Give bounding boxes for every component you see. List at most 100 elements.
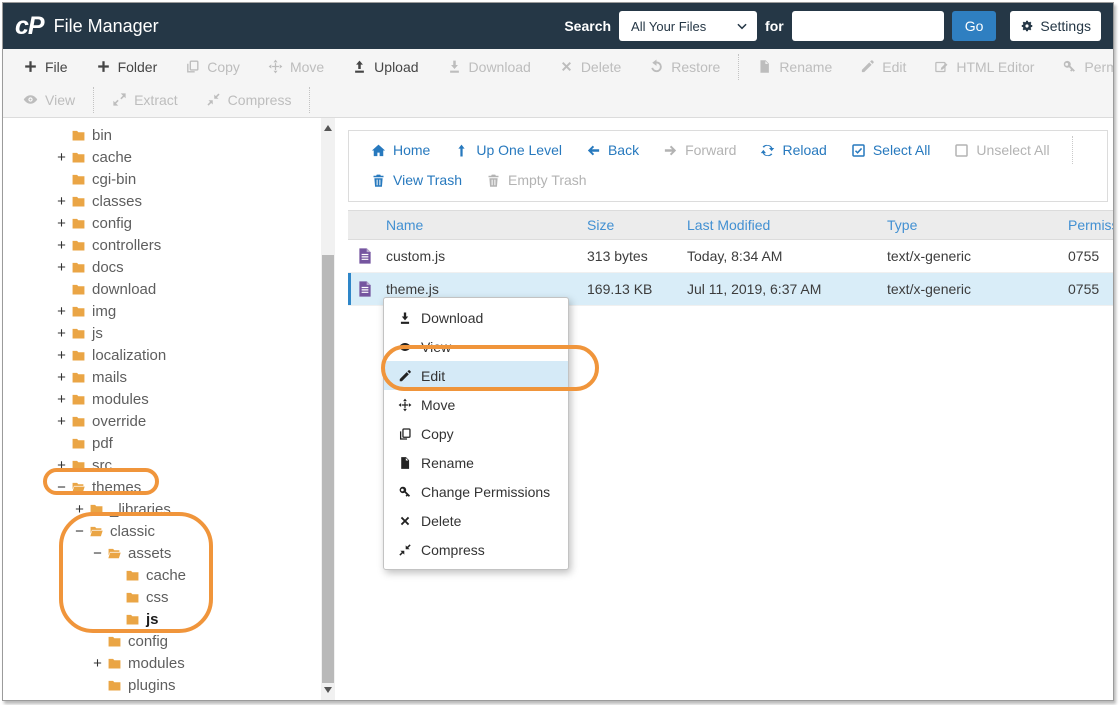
toolbar-item-copy[interactable]: Copy — [171, 50, 254, 83]
toolbar-item-folder[interactable]: Folder — [82, 50, 172, 83]
tree-item-cache[interactable]: cache — [3, 564, 321, 586]
context-menu-item-copy[interactable]: Copy — [384, 419, 568, 448]
sidebar-scrollbar[interactable] — [321, 118, 335, 700]
toolbar-item-move[interactable]: Move — [254, 50, 338, 83]
context-menu-item-edit[interactable]: Edit — [384, 361, 568, 390]
tree-item-libraries[interactable]: +_libraries — [3, 498, 321, 520]
toolbar-item-delete[interactable]: Delete — [545, 50, 635, 83]
tree-item-controllers[interactable]: +controllers — [3, 234, 321, 256]
tree-expander[interactable]: + — [53, 237, 70, 254]
tree-item-plugins[interactable]: plugins — [3, 674, 321, 696]
tree-expander[interactable]: + — [53, 347, 70, 364]
nav-item-empty-trash[interactable]: Empty Trash — [474, 172, 599, 188]
toolbar-item-edit[interactable]: Edit — [846, 50, 920, 83]
column-header-type[interactable]: Type — [883, 211, 1064, 240]
tree-item-localization[interactable]: +localization — [3, 344, 321, 366]
tree-item-bin[interactable]: bin — [3, 124, 321, 146]
context-menu-item-view[interactable]: View — [384, 332, 568, 361]
nav-item-home[interactable]: Home — [359, 142, 442, 158]
settings-button[interactable]: Settings — [1010, 11, 1101, 41]
search-scope-select[interactable]: All Your Files — [619, 11, 757, 41]
tree-item-config[interactable]: config — [3, 630, 321, 652]
tree-item-assets[interactable]: −assets — [3, 542, 321, 564]
tree-item-download[interactable]: download — [3, 278, 321, 300]
nav-item-forward[interactable]: Forward — [651, 142, 748, 158]
context-menu-item-compress[interactable]: Compress — [384, 535, 568, 564]
plus-icon — [23, 59, 38, 74]
toolbar-item-file[interactable]: File — [9, 50, 82, 83]
tree-expander[interactable]: − — [89, 545, 106, 562]
context-menu-item-delete[interactable]: Delete — [384, 506, 568, 535]
nav-item-select-all[interactable]: Select All — [839, 142, 943, 158]
context-menu-item-download[interactable]: Download — [384, 303, 568, 332]
scrollbar-down-arrow[interactable] — [321, 682, 335, 698]
toolbar-item-upload[interactable]: Upload — [338, 50, 432, 83]
context-menu-item-move[interactable]: Move — [384, 390, 568, 419]
column-header-size[interactable]: Size — [583, 211, 683, 240]
tree-expander[interactable]: − — [71, 523, 88, 540]
tree-item-img[interactable]: +img — [3, 300, 321, 322]
context-menu-label: Change Permissions — [421, 484, 550, 500]
tree-expander[interactable]: + — [53, 391, 70, 408]
go-button[interactable]: Go — [952, 11, 997, 41]
toolbar-item-permissions[interactable]: Permissions — [1048, 50, 1114, 83]
toolbar-item-view[interactable]: View — [9, 83, 89, 116]
toolbar-item-html-editor[interactable]: HTML Editor — [920, 50, 1048, 83]
tree-item-src[interactable]: +src — [3, 454, 321, 476]
toolbar-item-compress[interactable]: Compress — [192, 83, 306, 116]
nav-item-up-one-level[interactable]: Up One Level — [442, 142, 574, 158]
tree-item-js[interactable]: js — [3, 608, 321, 630]
column-header-modified[interactable]: Last Modified — [683, 211, 883, 240]
context-menu-item-rename[interactable]: Rename — [384, 448, 568, 477]
toolbar-item-extract[interactable]: Extract — [98, 83, 192, 116]
column-header-permissions[interactable]: Permissions — [1064, 211, 1113, 240]
tree-item-label: cgi-bin — [92, 171, 136, 188]
tree-item-themes[interactable]: −themes — [3, 476, 321, 498]
nav-item-view-trash[interactable]: View Trash — [359, 172, 474, 188]
cell-name[interactable]: custom.js — [382, 240, 583, 273]
nav-item-back[interactable]: Back — [574, 142, 651, 158]
tree-expander[interactable]: + — [53, 457, 70, 474]
tree-item-config[interactable]: +config — [3, 212, 321, 234]
tree-item-cache[interactable]: +cache — [3, 146, 321, 168]
tree-expander[interactable]: + — [53, 325, 70, 342]
table-row-custom-js[interactable]: custom.js313 bytesToday, 8:34 AMtext/x-g… — [348, 240, 1113, 273]
tree-expander[interactable]: + — [53, 193, 70, 210]
toolbar-item-rename[interactable]: Rename — [743, 50, 846, 83]
tree-expander[interactable]: + — [53, 303, 70, 320]
tree-item-label: js — [146, 611, 159, 628]
tree-item-label: js — [92, 325, 103, 342]
nav-item-unselect-all[interactable]: Unselect All — [942, 142, 1061, 158]
tree-expander[interactable]: + — [53, 369, 70, 386]
tree-item-classic[interactable]: −classic — [3, 520, 321, 542]
toolbar-item-download[interactable]: Download — [433, 50, 545, 83]
scrollbar-thumb[interactable] — [322, 255, 334, 683]
context-menu: DownloadViewEditMoveCopyRename Change Per… — [383, 297, 569, 570]
scrollbar-up-arrow[interactable] — [321, 120, 335, 136]
toolbar-item-restore[interactable]: Restore — [635, 50, 734, 83]
tree-item-classes[interactable]: +classes — [3, 190, 321, 212]
tree-item-mails[interactable]: +mails — [3, 366, 321, 388]
tree-item-docs[interactable]: +docs — [3, 256, 321, 278]
column-header-name[interactable]: Name — [382, 211, 583, 240]
tree-item-js[interactable]: + js — [3, 322, 321, 344]
search-input[interactable] — [792, 11, 944, 41]
tree-item-pdf[interactable]: pdf — [3, 432, 321, 454]
tree-expander[interactable]: + — [53, 259, 70, 276]
tree-item-modules[interactable]: +modules — [3, 388, 321, 410]
tree-item-templates[interactable]: +templates — [3, 696, 321, 700]
tree-expander[interactable]: + — [71, 501, 88, 518]
tree-expander[interactable]: + — [53, 149, 70, 166]
tree-expander[interactable]: − — [53, 479, 70, 496]
tree-item-modules[interactable]: +modules — [3, 652, 321, 674]
tree-expander[interactable]: + — [89, 699, 106, 701]
tree-item-override[interactable]: +override — [3, 410, 321, 432]
tree-item-cgi-bin[interactable]: cgi-bin — [3, 168, 321, 190]
tree-expander[interactable]: + — [53, 215, 70, 232]
eye-icon — [23, 92, 38, 107]
nav-item-reload[interactable]: Reload — [748, 142, 838, 158]
tree-expander[interactable]: + — [53, 413, 70, 430]
tree-item-css[interactable]: css — [3, 586, 321, 608]
context-menu-item-change-permissions[interactable]: Change Permissions — [384, 477, 568, 506]
tree-expander[interactable]: + — [89, 655, 106, 672]
